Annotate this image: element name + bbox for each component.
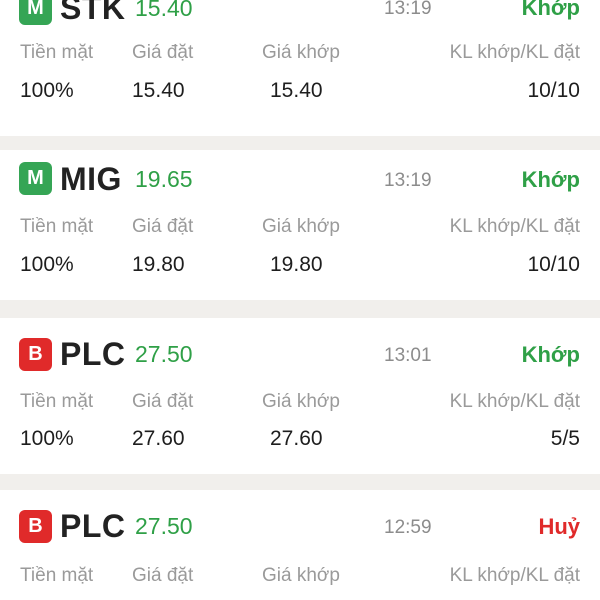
order-price-label: Giá đặt (132, 42, 194, 63)
order-status: Khớp (521, 342, 580, 367)
order-time: 13:01 (384, 345, 432, 366)
qty-label: KL khớp/KL đặt (449, 42, 580, 63)
cash-value: 100% (20, 79, 74, 102)
order-price-label: Giá đặt (132, 216, 194, 237)
side-badge: M (19, 0, 52, 25)
cash-label: Tiền mặt (20, 42, 94, 63)
match-price-value: 27.60 (270, 427, 323, 450)
cash-label: Tiền mặt (20, 565, 94, 586)
order-card[interactable]: M STK 15.40 13:19 Khớp Tiền mặt Giá đặt … (0, 0, 600, 136)
order-symbol: PLC (60, 336, 126, 372)
match-price-label: Giá khớp (262, 216, 340, 237)
qty-value: 10/10 (527, 79, 580, 102)
qty-value: 10/10 (527, 253, 580, 276)
order-time: 12:59 (384, 517, 432, 538)
match-price-label: Giá khớp (262, 565, 340, 586)
order-price: 27.50 (135, 341, 193, 367)
order-list: M STK 15.40 13:19 Khớp Tiền mặt Giá đặt … (0, 0, 600, 600)
qty-value: 5/5 (550, 427, 580, 450)
cash-value: 100% (20, 253, 74, 276)
order-price-value: 27.60 (132, 427, 185, 450)
order-symbol: STK (60, 0, 126, 26)
match-price-value: 19.80 (270, 253, 323, 276)
order-price-label: Giá đặt (132, 565, 194, 586)
order-symbol: MIG (60, 161, 122, 197)
cash-label: Tiền mặt (20, 216, 94, 237)
cash-label: Tiền mặt (20, 391, 94, 412)
order-status: Khớp (521, 167, 580, 192)
order-price-value: 15.40 (132, 79, 185, 102)
order-price-value: 19.80 (132, 253, 185, 276)
order-time: 13:19 (384, 170, 432, 191)
order-card[interactable]: B PLC 27.50 13:01 Khớp Tiền mặt Giá đặt … (0, 318, 600, 474)
match-price-value: 15.40 (270, 79, 323, 102)
order-card[interactable]: B PLC 27.50 12:59 Huỷ Tiền mặt Giá đặt G… (0, 490, 600, 600)
order-status: Khớp (521, 0, 580, 20)
order-price: 27.50 (135, 513, 193, 539)
order-card[interactable]: M MIG 19.65 13:19 Khớp Tiền mặt Giá đặt … (0, 150, 600, 300)
cash-value: 100% (20, 427, 74, 450)
order-time: 13:19 (384, 0, 432, 19)
match-price-label: Giá khớp (262, 391, 340, 412)
side-badge: M (19, 162, 52, 195)
order-price: 15.40 (135, 0, 193, 21)
match-price-label: Giá khớp (262, 42, 340, 63)
order-price-label: Giá đặt (132, 391, 194, 412)
order-price: 19.65 (135, 166, 193, 192)
qty-label: KL khớp/KL đặt (449, 565, 580, 586)
qty-label: KL khớp/KL đặt (449, 216, 580, 237)
qty-label: KL khớp/KL đặt (449, 391, 580, 412)
side-badge: B (19, 510, 52, 543)
order-symbol: PLC (60, 508, 126, 544)
order-status: Huỷ (538, 514, 580, 539)
side-badge: B (19, 338, 52, 371)
